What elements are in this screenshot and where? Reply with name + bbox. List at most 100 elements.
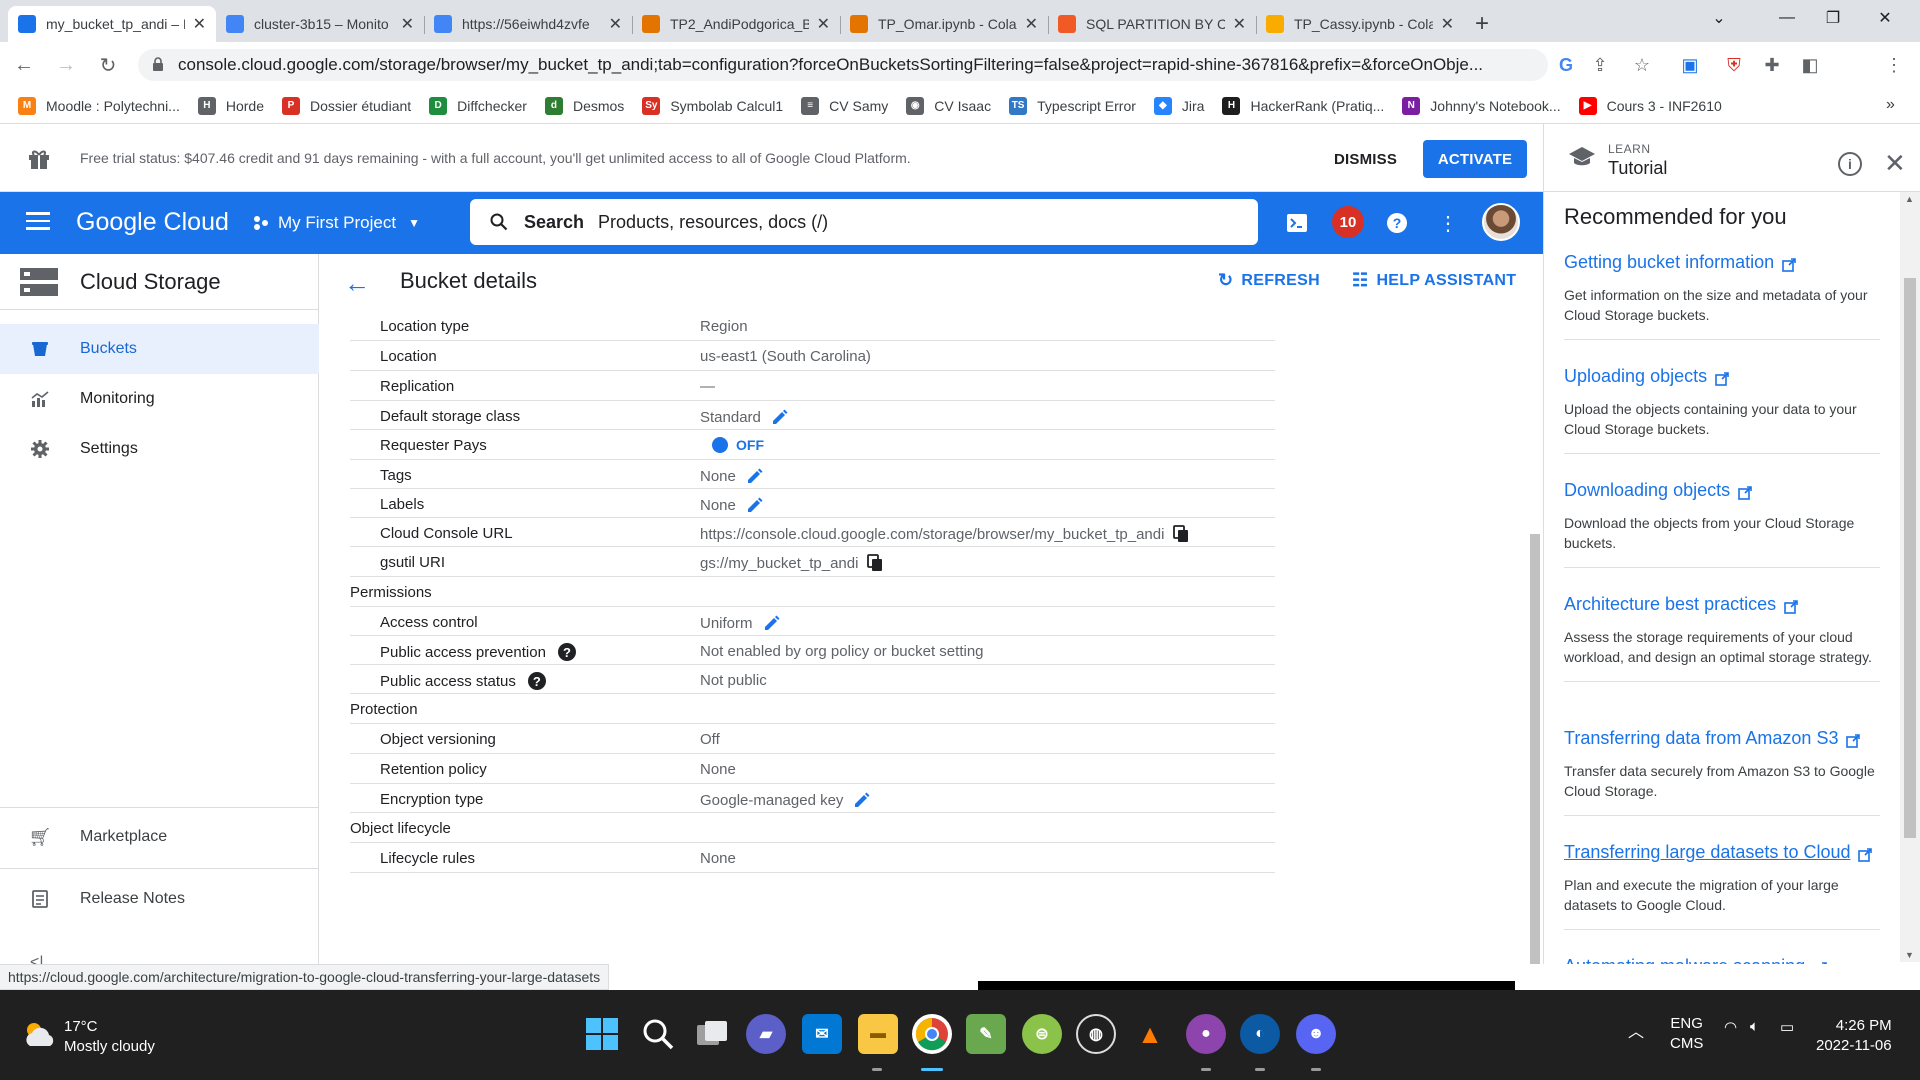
bookmark-item[interactable]: ≡ CV Samy xyxy=(801,96,888,115)
weather-description[interactable]: Mostly cloudy xyxy=(64,1038,155,1055)
edit-pencil-icon[interactable] xyxy=(746,467,764,485)
edit-pencil-icon[interactable] xyxy=(771,408,789,426)
help-icon[interactable]: ? xyxy=(1383,209,1411,237)
google-lens-icon[interactable]: G xyxy=(1552,51,1580,79)
sidebar-item-monitoring[interactable]: Monitoring xyxy=(0,374,319,424)
extension-shield-icon[interactable]: ⛨ xyxy=(1720,51,1748,79)
more-bookmarks-icon[interactable]: » xyxy=(1886,96,1895,114)
bookmark-item[interactable]: ◉ CV Isaac xyxy=(906,96,991,115)
more-vert-icon[interactable]: ⋮ xyxy=(1434,209,1462,237)
tab-close-icon[interactable]: ✕ xyxy=(1025,14,1038,34)
wifi-icon[interactable]: ◠ xyxy=(1724,1018,1737,1036)
back-arrow-icon[interactable]: ← xyxy=(344,268,370,299)
battery-icon[interactable]: ▭ xyxy=(1780,1018,1794,1036)
resource-link[interactable]: Getting bucket information xyxy=(1564,252,1880,273)
edge-icon[interactable]: ◐ xyxy=(1240,1014,1280,1054)
matlab-icon[interactable]: ▲ xyxy=(1130,1014,1170,1054)
resource-link[interactable]: Downloading objects xyxy=(1564,480,1880,501)
reload-icon[interactable]: ↻ xyxy=(90,47,126,83)
activate-button[interactable]: ACTIVATE xyxy=(1423,140,1527,178)
bookmark-item[interactable]: N Johnny's Notebook... xyxy=(1402,96,1561,115)
bookmark-item[interactable]: ▶ Cours 3 - INF2610 xyxy=(1578,96,1722,115)
language-indicator[interactable]: ENG CMS xyxy=(1670,1014,1703,1054)
copy-icon[interactable] xyxy=(866,554,884,572)
tray-overflow-icon[interactable]: ︿ xyxy=(1628,1018,1644,1042)
weather-temperature[interactable]: 17°C xyxy=(64,1018,98,1035)
edit-pencil-icon[interactable] xyxy=(853,791,871,809)
dismiss-button[interactable]: DISMISS xyxy=(1320,140,1411,178)
sidebar-item-marketplace[interactable]: 🛒︎ Marketplace xyxy=(0,812,319,862)
account-avatar[interactable] xyxy=(1482,203,1520,241)
edit-pencil-icon[interactable] xyxy=(746,496,764,514)
minimize-icon[interactable]: — xyxy=(1762,0,1812,36)
browser-tab[interactable]: my_bucket_tp_andi – B ✕ xyxy=(8,6,216,42)
scrollbar-thumb[interactable] xyxy=(1904,278,1916,838)
bookmark-item[interactable]: H HackerRank (Pratiq... xyxy=(1222,96,1384,115)
tab-close-icon[interactable]: ✕ xyxy=(401,14,414,34)
cloud-weather-icon[interactable] xyxy=(22,1020,58,1048)
share-icon[interactable]: ⇪ xyxy=(1586,51,1614,79)
bookmark-item[interactable]: TS Typescript Error xyxy=(1009,96,1136,115)
bookmark-item[interactable]: d Desmos xyxy=(544,96,624,115)
resource-link[interactable]: Uploading objects xyxy=(1564,366,1880,387)
start-windows-icon[interactable] xyxy=(582,1014,622,1054)
requester-pays-toggle[interactable] xyxy=(712,437,728,453)
info-icon[interactable]: i xyxy=(1838,152,1862,176)
chrome-icon[interactable] xyxy=(912,1014,952,1054)
help-circle-icon[interactable]: ? xyxy=(527,672,546,690)
window-close-icon[interactable]: ✕ xyxy=(1860,0,1910,36)
tab-close-icon[interactable]: ✕ xyxy=(609,14,622,34)
cloud-shell-icon[interactable] xyxy=(1283,209,1311,237)
tab-search-icon[interactable]: ⌄ xyxy=(1694,0,1744,36)
console-search-input[interactable]: Search Products, resources, docs (/) xyxy=(470,199,1258,245)
maximize-icon[interactable]: ❐ xyxy=(1808,0,1858,36)
tutorial-scrollbar[interactable]: ▲ ▼ xyxy=(1900,192,1920,962)
file-explorer-icon[interactable]: ▬ xyxy=(858,1014,898,1054)
sidebar-item-settings[interactable]: Settings xyxy=(0,424,319,474)
resource-link[interactable]: Transferring data from Amazon S3 xyxy=(1564,728,1880,749)
back-icon[interactable]: ← xyxy=(6,47,42,83)
tab-close-icon[interactable]: ✕ xyxy=(817,14,830,34)
side-panel-icon[interactable]: ◧ xyxy=(1796,51,1824,79)
browser-tab[interactable]: SQL PARTITION BY Cl ✕ xyxy=(1048,6,1256,42)
task-view-icon[interactable] xyxy=(692,1014,732,1054)
forward-icon[interactable]: → xyxy=(48,47,84,83)
help-assistant-button[interactable]: ☷ HELP ASSISTANT xyxy=(1352,270,1516,291)
bookmark-item[interactable]: D Diffchecker xyxy=(429,96,527,115)
refresh-button[interactable]: ↻ REFRESH xyxy=(1218,270,1320,291)
edit-pencil-icon[interactable] xyxy=(763,614,781,632)
bookmark-item[interactable]: M Moodle : Polytechni... xyxy=(18,96,180,115)
help-circle-icon[interactable]: ? xyxy=(557,643,576,661)
copy-icon[interactable] xyxy=(1172,525,1190,543)
github-icon[interactable]: ● xyxy=(1186,1014,1226,1054)
system-clock[interactable]: 4:26 PM 2022-11-06 xyxy=(1816,1016,1892,1056)
obs-icon[interactable]: ◍ xyxy=(1076,1014,1116,1054)
sidebar-item-buckets[interactable]: Buckets xyxy=(0,324,319,374)
bookmark-item[interactable]: Sy Symbolab Calcul1 xyxy=(642,96,783,115)
browser-tab[interactable]: TP_Cassy.ipynb - Cola ✕ xyxy=(1256,6,1464,42)
discord-icon[interactable]: ☻ xyxy=(1296,1014,1336,1054)
resource-link[interactable]: Automating malware scanning xyxy=(1564,956,1880,964)
extension-reader-icon[interactable]: ▣ xyxy=(1676,51,1704,79)
bookmark-item[interactable]: ◆ Jira xyxy=(1153,96,1204,115)
google-cloud-logo[interactable]: Google Cloud xyxy=(76,208,229,237)
browser-tab[interactable]: cluster-3b15 – Monito ✕ xyxy=(216,6,424,42)
teams-chat-icon[interactable]: ▰ xyxy=(746,1014,786,1054)
extensions-puzzle-icon[interactable]: ✚ xyxy=(1758,51,1786,79)
volume-icon[interactable]: 🔈︎ xyxy=(1750,1018,1759,1035)
sidebar-item-release-notes[interactable]: Release Notes xyxy=(0,874,319,924)
mail-icon[interactable]: ✉ xyxy=(802,1014,842,1054)
main-scrollbar[interactable] xyxy=(1530,534,1540,964)
notifications-badge[interactable]: 10 xyxy=(1332,206,1364,238)
tab-close-icon[interactable]: ✕ xyxy=(1441,14,1454,34)
tab-close-icon[interactable]: ✕ xyxy=(1233,14,1246,34)
address-bar[interactable]: console.cloud.google.com/storage/browser… xyxy=(138,49,1548,81)
chrome-menu-icon[interactable]: ⋮ xyxy=(1880,51,1908,79)
browser-tab[interactable]: https://56eiwhd4zvfe ✕ xyxy=(424,6,632,42)
new-tab-icon[interactable]: + xyxy=(1464,6,1500,42)
close-icon[interactable]: ✕ xyxy=(1884,148,1906,179)
project-picker[interactable]: My First Project ▼ xyxy=(252,209,420,237)
bookmark-star-icon[interactable]: ☆ xyxy=(1628,51,1656,79)
browser-tab[interactable]: TP2_AndiPodgorica_B ✕ xyxy=(632,6,840,42)
tab-close-icon[interactable]: ✕ xyxy=(193,14,206,34)
